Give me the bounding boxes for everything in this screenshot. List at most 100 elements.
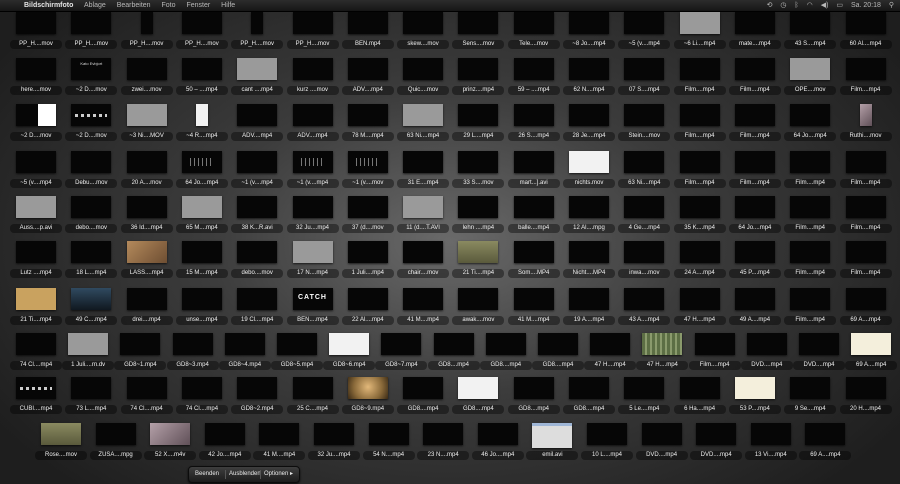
file-thumbnail[interactable] — [403, 377, 444, 399]
file-thumbnail[interactable] — [237, 377, 278, 399]
file-thumbnail[interactable] — [859, 104, 872, 126]
file-thumbnail[interactable] — [679, 377, 720, 399]
file-thumbnail[interactable] — [181, 151, 222, 173]
file-thumbnail[interactable] — [734, 196, 775, 218]
file-thumbnail[interactable] — [120, 333, 161, 355]
file-thumbnail[interactable] — [224, 333, 265, 355]
file-thumbnail[interactable] — [458, 196, 499, 218]
file-thumbnail[interactable] — [569, 288, 609, 310]
file-thumbnail[interactable] — [513, 196, 554, 218]
file-thumbnail[interactable] — [513, 377, 554, 399]
file-thumbnail[interactable] — [513, 151, 554, 173]
file-thumbnail[interactable] — [347, 196, 388, 218]
file-thumbnail[interactable] — [845, 196, 886, 218]
file-thumbnail[interactable] — [237, 58, 278, 80]
file-thumbnail[interactable] — [329, 333, 370, 355]
file-thumbnail[interactable] — [181, 377, 222, 399]
file-thumbnail[interactable] — [734, 12, 775, 34]
file-thumbnail[interactable] — [259, 423, 300, 445]
file-thumbnail[interactable] — [251, 12, 264, 34]
file-thumbnail[interactable] — [347, 241, 388, 263]
file-thumbnail[interactable] — [587, 423, 627, 445]
file-thumbnail[interactable] — [513, 12, 554, 34]
file-thumbnail[interactable] — [403, 58, 444, 80]
file-thumbnail[interactable] — [624, 377, 665, 399]
file-thumbnail[interactable] — [734, 241, 775, 263]
file-thumbnail[interactable] — [16, 377, 56, 399]
file-thumbnail[interactable] — [845, 12, 886, 34]
file-thumbnail[interactable] — [532, 423, 573, 448]
file-thumbnail[interactable] — [71, 151, 112, 173]
file-thumbnail[interactable] — [347, 288, 388, 310]
file-thumbnail[interactable] — [734, 151, 775, 173]
file-thumbnail[interactable] — [41, 423, 81, 445]
file-thumbnail[interactable] — [347, 12, 388, 34]
file-thumbnail[interactable] — [799, 333, 839, 355]
file-thumbnail[interactable] — [845, 151, 886, 173]
file-thumbnail[interactable] — [347, 104, 388, 126]
file-thumbnail[interactable] — [458, 151, 499, 173]
file-thumbnail[interactable] — [16, 151, 56, 173]
file-thumbnail[interactable] — [590, 333, 631, 355]
file-thumbnail[interactable] — [790, 104, 831, 126]
file-thumbnail[interactable] — [181, 241, 222, 263]
file-thumbnail[interactable] — [150, 423, 191, 445]
file-thumbnail[interactable] — [126, 288, 167, 310]
file-thumbnail[interactable] — [403, 241, 444, 263]
file-thumbnail[interactable] — [569, 377, 609, 399]
file-thumbnail[interactable] — [458, 12, 499, 34]
file-thumbnail[interactable] — [694, 333, 735, 355]
file-thumbnail[interactable] — [347, 151, 388, 173]
file-thumbnail[interactable] — [195, 104, 208, 126]
file-thumbnail[interactable] — [679, 151, 720, 173]
file-thumbnail[interactable] — [433, 333, 474, 355]
file-thumbnail[interactable] — [237, 151, 278, 173]
file-thumbnail[interactable] — [71, 377, 112, 399]
file-thumbnail[interactable] — [292, 196, 333, 218]
file-thumbnail[interactable] — [734, 104, 775, 126]
file-thumbnail[interactable] — [750, 423, 791, 445]
file-thumbnail[interactable] — [805, 423, 846, 445]
file-thumbnail[interactable] — [477, 423, 518, 445]
file-thumbnail[interactable] — [292, 241, 333, 263]
quit-button[interactable]: Beenden — [193, 467, 221, 482]
file-thumbnail[interactable] — [845, 241, 886, 263]
file-thumbnail[interactable] — [277, 333, 317, 355]
file-thumbnail[interactable] — [679, 12, 720, 34]
file-thumbnail[interactable] — [734, 288, 775, 310]
file-thumbnail[interactable] — [624, 196, 665, 218]
file-thumbnail[interactable] — [403, 288, 444, 310]
file-thumbnail[interactable] — [790, 12, 831, 34]
file-thumbnail[interactable] — [458, 288, 499, 310]
file-thumbnail[interactable] — [513, 288, 554, 310]
file-thumbnail[interactable] — [624, 151, 665, 173]
file-thumbnail[interactable] — [458, 58, 499, 80]
file-thumbnail[interactable] — [569, 104, 609, 126]
file-thumbnail[interactable] — [458, 241, 499, 263]
file-thumbnail[interactable] — [181, 12, 222, 34]
file-thumbnail[interactable] — [679, 196, 720, 218]
file-thumbnail[interactable] — [172, 333, 213, 355]
file-thumbnail[interactable] — [569, 12, 609, 34]
file-thumbnail[interactable] — [381, 333, 422, 355]
file-thumbnail[interactable] — [181, 196, 222, 218]
file-thumbnail[interactable] — [513, 241, 554, 263]
file-thumbnail[interactable] — [204, 423, 245, 445]
file-thumbnail[interactable] — [790, 151, 831, 173]
file-thumbnail[interactable] — [679, 288, 720, 310]
file-thumbnail[interactable] — [237, 241, 278, 263]
file-thumbnail[interactable] — [292, 58, 333, 80]
file-thumbnail[interactable] — [734, 58, 775, 80]
file-thumbnail[interactable] — [181, 288, 222, 310]
file-thumbnail[interactable] — [16, 12, 56, 34]
file-thumbnail[interactable] — [314, 423, 354, 445]
file-thumbnail[interactable] — [624, 104, 665, 126]
file-thumbnail[interactable] — [845, 58, 886, 80]
file-thumbnail[interactable] — [679, 58, 720, 80]
file-thumbnail[interactable] — [569, 151, 609, 173]
file-thumbnail[interactable] — [790, 288, 831, 310]
file-thumbnail[interactable] — [485, 333, 526, 355]
file-thumbnail[interactable] — [71, 241, 112, 263]
file-thumbnail[interactable] — [237, 104, 278, 126]
file-thumbnail[interactable] — [845, 377, 886, 399]
